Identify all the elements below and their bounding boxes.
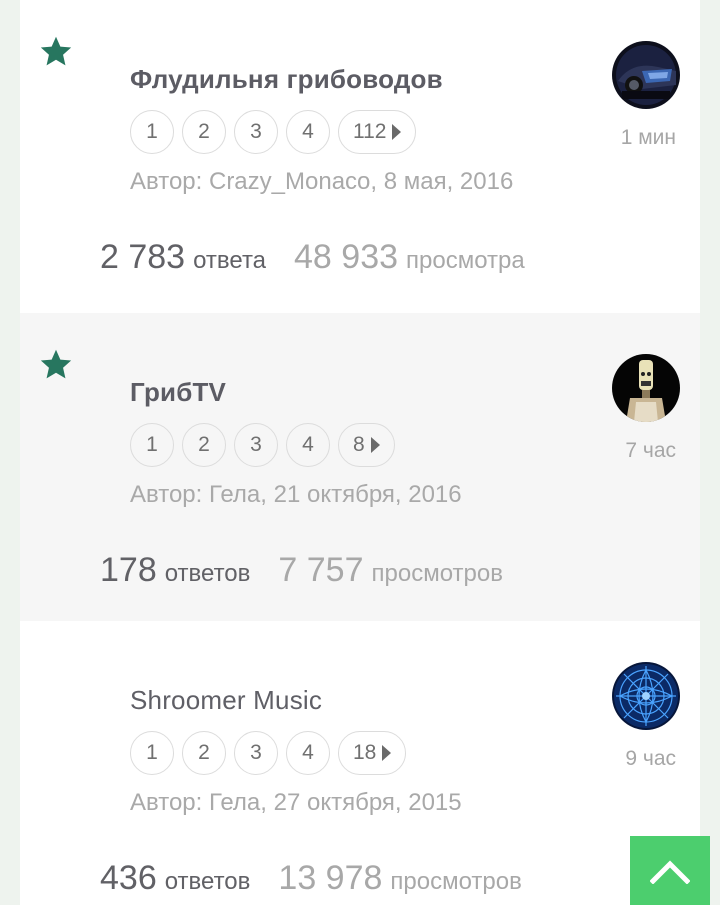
replies-label: ответов <box>164 560 251 587</box>
pagination: 1 2 3 4 112 <box>130 110 417 156</box>
topic-stats: 178 ответов 7 757 просмотров <box>100 551 503 590</box>
page-link[interactable]: 2 <box>182 423 226 467</box>
page-link[interactable]: 1 <box>130 110 174 154</box>
caret-right-icon <box>392 124 402 140</box>
pagination: 1 2 3 4 18 <box>130 731 407 777</box>
replies-label: ответа <box>193 247 267 274</box>
avatar[interactable] <box>612 354 680 422</box>
last-post-time[interactable]: 7 час <box>556 439 676 463</box>
last-post-time[interactable]: 1 мин <box>556 126 676 150</box>
page-link[interactable]: 3 <box>234 731 278 775</box>
topic-title[interactable]: Shroomer Music <box>130 685 322 716</box>
last-page-number: 8 <box>353 433 365 456</box>
page-link[interactable]: 3 <box>234 110 278 154</box>
topic-title[interactable]: Флудильня грибоводов <box>130 64 443 95</box>
chevron-up-icon <box>650 859 690 884</box>
replies-label: ответов <box>164 868 251 895</box>
replies-count: 2 783 <box>100 238 186 276</box>
last-page-link[interactable]: 8 <box>338 423 395 467</box>
last-page-link[interactable]: 112 <box>338 110 417 154</box>
topic-row[interactable]: Флудильня грибоводов 1 2 3 4 112 Автор: … <box>20 0 700 313</box>
avatar[interactable] <box>612 662 680 730</box>
avatar[interactable] <box>612 41 680 109</box>
topic-stats: 2 783 ответа 48 933 просмотра <box>100 238 525 277</box>
star-icon <box>38 347 74 383</box>
page-link[interactable]: 1 <box>130 423 174 467</box>
replies-count: 436 <box>100 859 157 897</box>
views-count: 7 757 <box>278 551 364 589</box>
topic-stats: 436 ответов 13 978 просмотров <box>100 859 522 898</box>
page-link[interactable]: 2 <box>182 110 226 154</box>
page-link[interactable]: 3 <box>234 423 278 467</box>
caret-right-icon <box>382 745 392 761</box>
topic-row[interactable]: Shroomer Music 1 2 3 4 18 Автор: Гела, 2… <box>20 621 700 905</box>
last-post-time[interactable]: 9 час <box>556 747 676 771</box>
topic-row[interactable]: ГрибTV 1 2 3 4 8 Автор: Гела, 21 октября… <box>20 313 700 621</box>
last-page-number: 112 <box>353 120 387 143</box>
page-link[interactable]: 2 <box>182 731 226 775</box>
scroll-to-top-button[interactable] <box>630 836 710 905</box>
topic-author: Автор: Crazy_Monaco, 8 мая, 2016 <box>130 168 514 195</box>
page-link[interactable]: 4 <box>286 110 330 154</box>
caret-right-icon <box>370 437 380 453</box>
topic-author: Автор: Гела, 27 октября, 2015 <box>130 789 462 816</box>
star-icon <box>38 34 74 70</box>
pagination: 1 2 3 4 8 <box>130 423 395 469</box>
last-page-number: 18 <box>353 741 377 764</box>
topic-list: Флудильня грибоводов 1 2 3 4 112 Автор: … <box>20 0 700 905</box>
topic-title[interactable]: ГрибTV <box>130 377 226 408</box>
views-count: 13 978 <box>278 859 383 897</box>
page-link[interactable]: 4 <box>286 423 330 467</box>
replies-count: 178 <box>100 551 157 589</box>
topic-author: Автор: Гела, 21 октября, 2016 <box>130 481 462 508</box>
page-link[interactable]: 1 <box>130 731 174 775</box>
page-link[interactable]: 4 <box>286 731 330 775</box>
views-count: 48 933 <box>294 238 399 276</box>
views-label: просмотра <box>406 247 525 274</box>
views-label: просмотров <box>371 560 503 587</box>
views-label: просмотров <box>390 868 522 895</box>
last-page-link[interactable]: 18 <box>338 731 407 775</box>
